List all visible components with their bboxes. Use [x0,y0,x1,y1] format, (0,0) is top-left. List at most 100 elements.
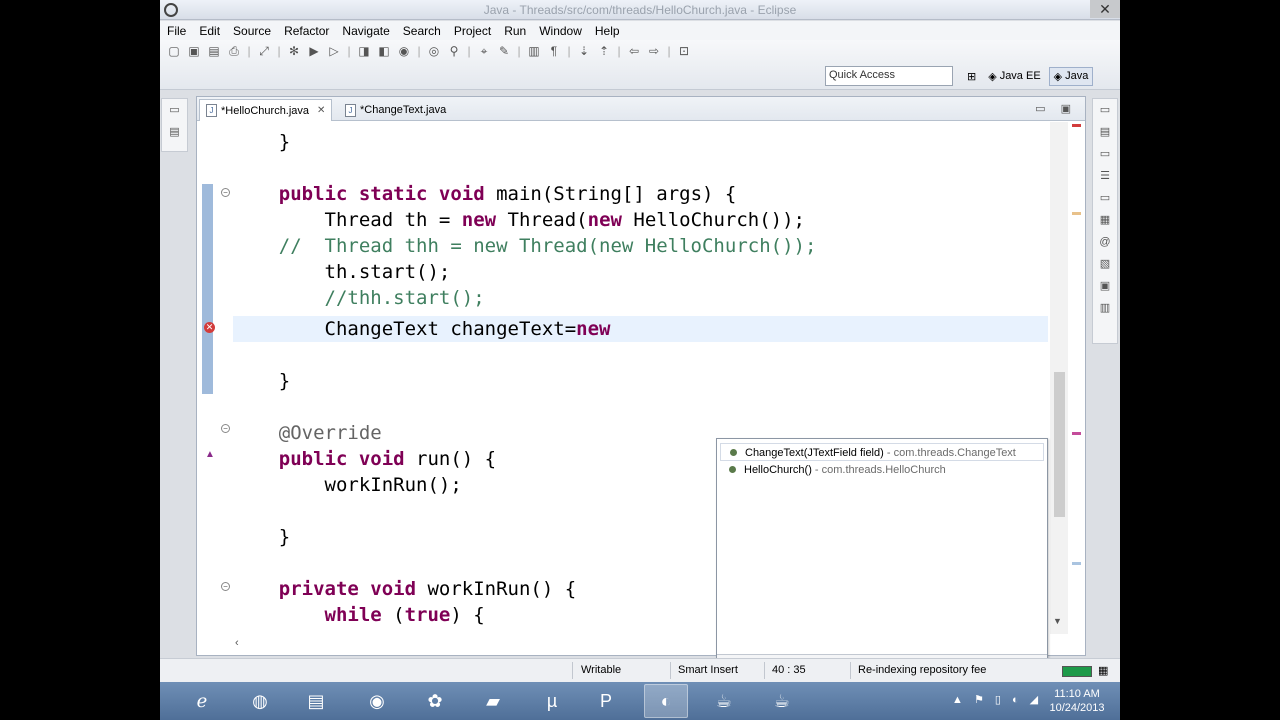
outline-icon[interactable]: ☰ [1093,165,1117,187]
next-annotation-icon[interactable]: ⇣ [576,43,592,59]
code-line[interactable]: //thh.start(); [233,285,485,311]
proposal-item[interactable]: HelloChurch() - com.threads.HelloChurch [720,461,1044,479]
new-class-icon[interactable]: ◉ [396,43,412,59]
declaration-icon[interactable]: ▧ [1093,253,1117,275]
print-icon[interactable]: ⎙ [226,43,242,59]
proposal-qualifier: - com.threads.ChangeText [883,447,1016,459]
forward-icon[interactable]: ⇨ [646,43,662,59]
code-line[interactable]: } [233,368,290,394]
save-icon[interactable]: ▣ [186,43,202,59]
taskbar-java-icon-2[interactable]: ☕ [760,684,804,718]
perspective-java-icon: ◈ [1053,70,1063,83]
new-package-icon[interactable]: ◧ [376,43,392,59]
system-tray[interactable]: ▲ ⚑ ▯ ◐ ◢ [952,693,1042,706]
search-icon[interactable]: ⚲ [446,43,462,59]
taskbar-clock[interactable]: 11:10 AM 10/24/2013 [1040,687,1114,715]
proposal-item[interactable]: ChangeText(JTextField field) - com.threa… [720,443,1044,461]
code-token: th.start(); [233,261,451,283]
highlight-icon[interactable]: ✎ [496,43,512,59]
taskbar-eclipse-icon[interactable]: ◐ [644,684,688,718]
perspective-java[interactable]: ◈ Java [1048,66,1094,86]
fold-toggle-icon[interactable]: − [221,188,230,197]
problems-icon[interactable]: ▦ [1093,209,1117,231]
code-line[interactable]: while (true) { [233,602,485,628]
warning-overview-mark[interactable] [1072,212,1081,215]
show-whitespace-icon[interactable]: ¶ [546,43,562,59]
menu-edit[interactable]: Edit [192,21,226,38]
pin-editor-icon[interactable]: ⊡ [676,43,692,59]
menu-search[interactable]: Search [396,21,447,38]
taskbar-paint-icon[interactable]: ✿ [413,684,457,718]
menu-source[interactable]: Source [226,21,277,38]
package-explorer-icon[interactable]: ▤ [162,121,187,143]
toggle-mark-icon[interactable]: ⌖ [476,43,492,59]
quick-access-input[interactable]: Quick Access [825,66,953,86]
javadoc-icon[interactable]: @ [1093,231,1117,253]
fold-toggle-icon[interactable]: − [221,424,230,433]
menu-navigate[interactable]: Navigate [335,21,395,38]
menu-window[interactable]: Window [532,21,588,38]
console-icon[interactable]: ▣ [1093,275,1117,297]
restore-icon[interactable]: ▭ [162,99,187,121]
status-background-task[interactable]: Re-indexing repository fee [858,664,986,676]
close-window-button[interactable]: ✕ [1090,0,1120,18]
restore-icon[interactable]: ▭ [1093,143,1117,165]
error-icon[interactable]: ✕ [204,322,215,333]
tab-hellochurch-java[interactable]: J *HelloChurch.java ✕ [199,99,333,121]
taskbar-file-explorer-icon[interactable]: ▤ [294,684,338,718]
scroll-left-icon[interactable]: ‹ [235,637,239,649]
editor-window-controls[interactable]: ▭ ▣ [1035,102,1077,115]
scroll-down-icon[interactable]: ▼ [1053,616,1062,626]
taskbar-folder-icon[interactable]: ▰ [471,684,515,718]
new-java-project-icon[interactable]: ◨ [356,43,372,59]
scroll-thumb[interactable] [1054,372,1065,517]
progress-view-icon[interactable]: ▦ [1098,664,1108,677]
back-icon[interactable]: ⇦ [626,43,642,59]
restore-icon[interactable]: ▭ [1093,187,1117,209]
info-overview-mark[interactable] [1072,562,1081,565]
code-line[interactable]: private void workInRun() { [233,576,576,602]
debug-icon[interactable]: ✻ [286,43,302,59]
code-line[interactable]: Thread th = new Thread(new HelloChurch()… [233,207,805,233]
code-line[interactable]: public static void main(String[] args) { [233,181,737,207]
error-overview-mark[interactable] [1072,124,1081,127]
menu-refactor[interactable]: Refactor [277,21,335,38]
open-perspective-icon[interactable]: ⊞ [963,68,980,85]
taskbar-firefox-icon[interactable]: ◍ [238,684,282,718]
taskbar-utorrent-icon[interactable]: µ [530,684,574,718]
code-line[interactable]: public void run() { [233,446,496,472]
taskbar-powerpoint-icon[interactable]: P [584,684,628,718]
external-tools-icon[interactable]: ▷ [326,43,342,59]
fold-toggle-icon[interactable]: − [221,582,230,591]
open-type-icon[interactable]: ◎ [426,43,442,59]
progress-indicator[interactable] [1062,666,1092,677]
code-line[interactable]: // Thread thh = new Thread(new HelloChur… [233,233,817,259]
restore-icon[interactable]: ▭ [1093,99,1117,121]
save-all-icon[interactable]: ▤ [206,43,222,59]
taskbar-java-icon[interactable]: ☕ [702,684,746,718]
code-line[interactable]: workInRun(); [233,472,462,498]
progress-icon[interactable]: ▥ [1093,297,1117,319]
menu-file[interactable]: File [160,21,192,38]
link-icon[interactable]: ⤢ [256,43,272,59]
task-list-icon[interactable]: ▤ [1093,121,1117,143]
new-file-icon[interactable]: ▢ [166,43,182,59]
close-tab-icon[interactable]: ✕ [317,105,325,116]
occurrence-overview-mark[interactable] [1072,432,1081,435]
menu-project[interactable]: Project [447,21,497,38]
block-selection-icon[interactable]: ▥ [526,43,542,59]
perspective-java-ee[interactable]: ◈ Java EE [984,68,1044,85]
code-line[interactable]: ChangeText changeText=new [233,316,611,342]
menu-help[interactable]: Help [588,21,626,38]
taskbar-ie-icon[interactable]: ℯ [180,684,224,718]
code-line[interactable]: th.start(); [233,259,451,285]
run-icon[interactable]: ▶ [306,43,322,59]
taskbar-chrome-icon[interactable]: ◉ [355,684,399,718]
code-line[interactable]: } [233,524,290,550]
tab-changetext-java[interactable]: J *ChangeText.java [339,99,452,121]
prev-annotation-icon[interactable]: ⇡ [596,43,612,59]
menu-run[interactable]: Run [497,21,532,38]
vertical-scrollbar[interactable]: ▼ [1050,122,1068,634]
code-line[interactable]: } [233,129,290,155]
code-line[interactable]: @Override [233,420,382,446]
